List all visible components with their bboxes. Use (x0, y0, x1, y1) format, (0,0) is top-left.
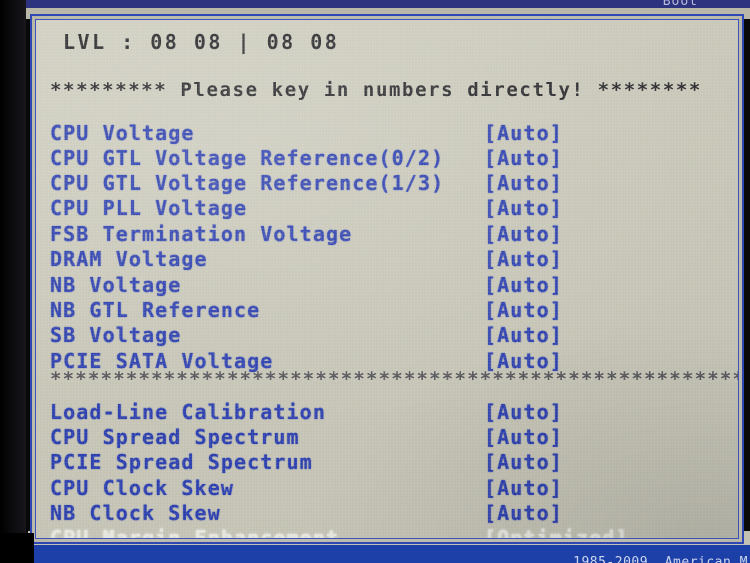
option-label: CPU Voltage (50, 121, 195, 145)
option-value[interactable]: [Auto] (484, 298, 563, 322)
table-row[interactable]: CPU Voltage [Auto] (36, 121, 738, 147)
bios-copyright-bar: 1985-2009, American M (28, 545, 750, 563)
key-in-numbers-banner: ********* Please key in numbers directly… (50, 79, 702, 101)
option-value[interactable]: [Auto] (484, 501, 563, 525)
option-label: NB Clock Skew (50, 501, 221, 525)
table-row[interactable]: CPU PLL Voltage [Auto] (36, 196, 738, 222)
table-row: CPU Margin Enhancement [Optimized] (36, 526, 738, 539)
table-row[interactable]: CPU GTL Voltage Reference(0/2) [Auto] (36, 146, 738, 172)
option-value[interactable]: [Auto] (484, 450, 563, 474)
table-row[interactable]: Load-Line Calibration [Auto] (36, 400, 738, 426)
option-label: NB Voltage (50, 273, 182, 297)
option-value[interactable]: [Auto] (484, 273, 563, 297)
option-label: CPU Margin Enhancement (50, 526, 340, 539)
option-value[interactable]: [Auto] (484, 425, 563, 449)
lvl-status-line: LVL : 08 08 | 08 08 (63, 30, 340, 54)
option-label: CPU Clock Skew (50, 476, 234, 500)
table-row[interactable]: FSB Termination Voltage [Auto] (36, 222, 738, 248)
option-value[interactable]: [Auto] (484, 476, 563, 500)
option-label: PCIE Spread Spectrum (50, 450, 313, 474)
option-value[interactable]: [Auto] (484, 400, 563, 424)
option-value[interactable]: [Auto] (484, 247, 563, 271)
option-value[interactable]: [Auto] (484, 222, 563, 246)
table-row[interactable]: PCIE Spread Spectrum [Auto] (36, 450, 738, 476)
table-row[interactable]: SB Voltage [Auto] (36, 323, 738, 349)
bios-screen-photo: Boot LVL : 08 08 | 08 08 ********* Pleas… (0, 0, 750, 563)
table-row[interactable]: NB GTL Reference [Auto] (36, 298, 738, 324)
table-row[interactable]: NB Voltage [Auto] (36, 273, 738, 299)
option-value[interactable]: [Auto] (484, 121, 563, 145)
bios-settings-panel-inner: LVL : 08 08 | 08 08 ********* Please key… (35, 19, 739, 539)
bios-settings-content: LVL : 08 08 | 08 08 ********* Please key… (36, 20, 738, 538)
option-value[interactable]: [Auto] (484, 171, 563, 195)
table-row[interactable]: CPU GTL Voltage Reference(1/3) [Auto] (36, 171, 738, 197)
copyright-text: 1985-2009, American M (573, 555, 748, 563)
table-row[interactable]: DRAM Voltage [Auto] (36, 247, 738, 273)
option-value[interactable]: [Auto] (484, 196, 563, 220)
option-label: CPU PLL Voltage (50, 196, 248, 220)
table-row[interactable]: CPU Clock Skew [Auto] (36, 476, 738, 502)
option-label: CPU Spread Spectrum (50, 425, 300, 449)
option-value[interactable]: [Auto] (484, 323, 563, 347)
option-label: DRAM Voltage (50, 247, 208, 271)
bios-settings-panel: LVL : 08 08 | 08 08 ********* Please key… (30, 14, 744, 544)
monitor-bezel-left (0, 0, 26, 563)
section-separator: ****************************************… (50, 368, 739, 390)
table-row[interactable]: NB Clock Skew [Auto] (36, 501, 738, 527)
option-label: NB GTL Reference (50, 298, 261, 322)
option-label: SB Voltage (50, 323, 182, 347)
monitor-bezel-corner (0, 533, 34, 563)
option-value: [Optimized] (484, 526, 629, 539)
option-label: CPU GTL Voltage Reference(1/3) (50, 171, 445, 195)
option-label: FSB Termination Voltage (50, 222, 353, 246)
option-label: Load-Line Calibration (50, 400, 326, 424)
option-value[interactable]: [Auto] (484, 146, 563, 170)
option-label: CPU GTL Voltage Reference(0/2) (50, 146, 445, 170)
table-row[interactable]: CPU Spread Spectrum [Auto] (36, 425, 738, 451)
